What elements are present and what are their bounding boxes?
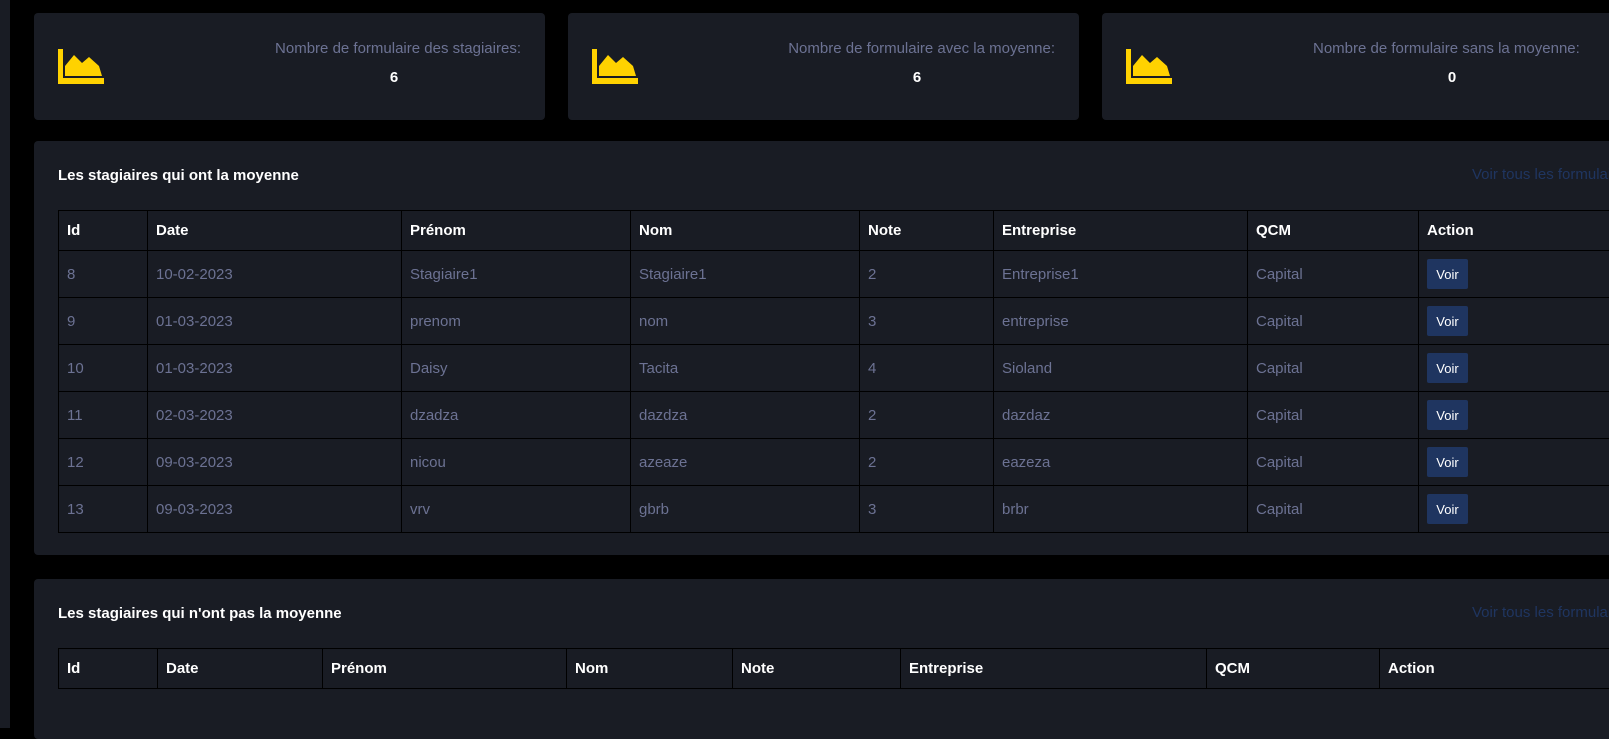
col-header-entreprise: Entreprise — [994, 211, 1248, 251]
table-header-row: Id Date Prénom Nom Note Entreprise QCM A… — [59, 649, 1609, 689]
stat-card-with-average: Nombre de formulaire avec la moyenne: 6 — [568, 13, 1079, 120]
table-with-average: Id Date Prénom Nom Note Entreprise QCM A… — [58, 210, 1609, 533]
table-row: 9 01-03-2023 prenom nom 3 entreprise Cap… — [59, 298, 1609, 345]
table-header-row: Id Date Prénom Nom Note Entreprise QCM A… — [59, 211, 1609, 251]
cell-id: 12 — [59, 439, 148, 486]
cell-date: 09-03-2023 — [148, 439, 402, 486]
cell-prenom: Daisy — [402, 345, 631, 392]
panel-title: Les stagiaires qui ont la moyenne — [58, 167, 299, 184]
cell-entreprise: eazeza — [994, 439, 1248, 486]
voir-button[interactable]: Voir — [1427, 306, 1468, 336]
cell-action: Voir — [1419, 298, 1609, 345]
cell-id: 8 — [59, 251, 148, 298]
col-header-action: Action — [1419, 211, 1609, 251]
cell-action: Voir — [1419, 439, 1609, 486]
cell-id: 11 — [59, 392, 148, 439]
cell-id: 13 — [59, 486, 148, 533]
cell-note: 2 — [860, 439, 994, 486]
col-header-qcm: QCM — [1248, 211, 1419, 251]
col-header-nom: Nom — [631, 211, 860, 251]
col-header-action: Action — [1380, 649, 1609, 689]
cell-prenom: prenom — [402, 298, 631, 345]
col-header-note: Note — [860, 211, 994, 251]
col-header-date: Date — [148, 211, 402, 251]
cell-nom: gbrb — [631, 486, 860, 533]
cell-date: 01-03-2023 — [148, 298, 402, 345]
cell-prenom: vrv — [402, 486, 631, 533]
cell-note: 3 — [860, 298, 994, 345]
cell-qcm: Capital — [1248, 345, 1419, 392]
cell-nom: azeaze — [631, 439, 860, 486]
cell-prenom: Stagiaire1 — [402, 251, 631, 298]
cell-date: 01-03-2023 — [148, 345, 402, 392]
area-chart-icon — [56, 47, 106, 85]
panel-without-average: Les stagiaires qui n'ont pas la moyenne … — [34, 579, 1609, 739]
cell-id: 9 — [59, 298, 148, 345]
cell-prenom: dzadza — [402, 392, 631, 439]
cell-qcm: Capital — [1248, 392, 1419, 439]
voir-button[interactable]: Voir — [1427, 353, 1468, 383]
table-without-average: Id Date Prénom Nom Note Entreprise QCM A… — [58, 648, 1609, 689]
cell-id: 10 — [59, 345, 148, 392]
col-header-date: Date — [158, 649, 323, 689]
voir-button[interactable]: Voir — [1427, 259, 1468, 289]
area-chart-icon — [1124, 47, 1174, 85]
cell-nom: Tacita — [631, 345, 860, 392]
cell-entreprise: Entreprise1 — [994, 251, 1248, 298]
col-header-id: Id — [59, 211, 148, 251]
table-row: 8 10-02-2023 Stagiaire1 Stagiaire1 2 Ent… — [59, 251, 1609, 298]
voir-button[interactable]: Voir — [1427, 494, 1468, 524]
area-chart-icon — [590, 47, 640, 85]
cell-nom: Stagiaire1 — [631, 251, 860, 298]
stat-label: Nombre de formulaire sans la moyenne: — [1313, 40, 1580, 57]
cell-note: 3 — [860, 486, 994, 533]
view-all-link[interactable]: Voir tous les formulaires — [1472, 604, 1609, 621]
cell-note: 2 — [860, 251, 994, 298]
cell-action: Voir — [1419, 251, 1609, 298]
col-header-note: Note — [733, 649, 901, 689]
cell-entreprise: Sioland — [994, 345, 1248, 392]
stat-label: Nombre de formulaire des stagiaires: — [275, 40, 521, 57]
sidebar-edge — [0, 0, 10, 728]
cell-qcm: Capital — [1248, 439, 1419, 486]
table-row: 13 09-03-2023 vrv gbrb 3 brbr Capital Vo… — [59, 486, 1609, 533]
col-header-id: Id — [59, 649, 158, 689]
voir-button[interactable]: Voir — [1427, 400, 1468, 430]
col-header-prenom: Prénom — [323, 649, 567, 689]
voir-button[interactable]: Voir — [1427, 447, 1468, 477]
cell-action: Voir — [1419, 486, 1609, 533]
cell-entreprise: brbr — [994, 486, 1248, 533]
cell-entreprise: entreprise — [994, 298, 1248, 345]
cell-date: 10-02-2023 — [148, 251, 402, 298]
cell-qcm: Capital — [1248, 486, 1419, 533]
table-row: 11 02-03-2023 dzadza dazdza 2 dazdaz Cap… — [59, 392, 1609, 439]
cell-qcm: Capital — [1248, 298, 1419, 345]
view-all-link[interactable]: Voir tous les formulaires — [1472, 166, 1609, 183]
cell-note: 4 — [860, 345, 994, 392]
table-row: 10 01-03-2023 Daisy Tacita 4 Sioland Cap… — [59, 345, 1609, 392]
cell-nom: dazdza — [631, 392, 860, 439]
stat-value: 6 — [897, 69, 937, 86]
cell-action: Voir — [1419, 392, 1609, 439]
stat-value: 0 — [1432, 69, 1472, 86]
col-header-prenom: Prénom — [402, 211, 631, 251]
stat-card-total: Nombre de formulaire des stagiaires: 6 — [34, 13, 545, 120]
panel-title: Les stagiaires qui n'ont pas la moyenne — [58, 605, 342, 622]
cell-action: Voir — [1419, 345, 1609, 392]
cell-date: 09-03-2023 — [148, 486, 402, 533]
cell-nom: nom — [631, 298, 860, 345]
stat-card-without-average: Nombre de formulaire sans la moyenne: 0 — [1102, 13, 1609, 120]
cell-date: 02-03-2023 — [148, 392, 402, 439]
cell-note: 2 — [860, 392, 994, 439]
stat-value: 6 — [374, 69, 414, 86]
col-header-qcm: QCM — [1207, 649, 1380, 689]
stat-label: Nombre de formulaire avec la moyenne: — [788, 40, 1055, 57]
panel-with-average: Les stagiaires qui ont la moyenne Voir t… — [34, 141, 1609, 555]
col-header-entreprise: Entreprise — [901, 649, 1207, 689]
cell-entreprise: dazdaz — [994, 392, 1248, 439]
cell-qcm: Capital — [1248, 251, 1419, 298]
cell-prenom: nicou — [402, 439, 631, 486]
table-row: 12 09-03-2023 nicou azeaze 2 eazeza Capi… — [59, 439, 1609, 486]
col-header-nom: Nom — [567, 649, 733, 689]
